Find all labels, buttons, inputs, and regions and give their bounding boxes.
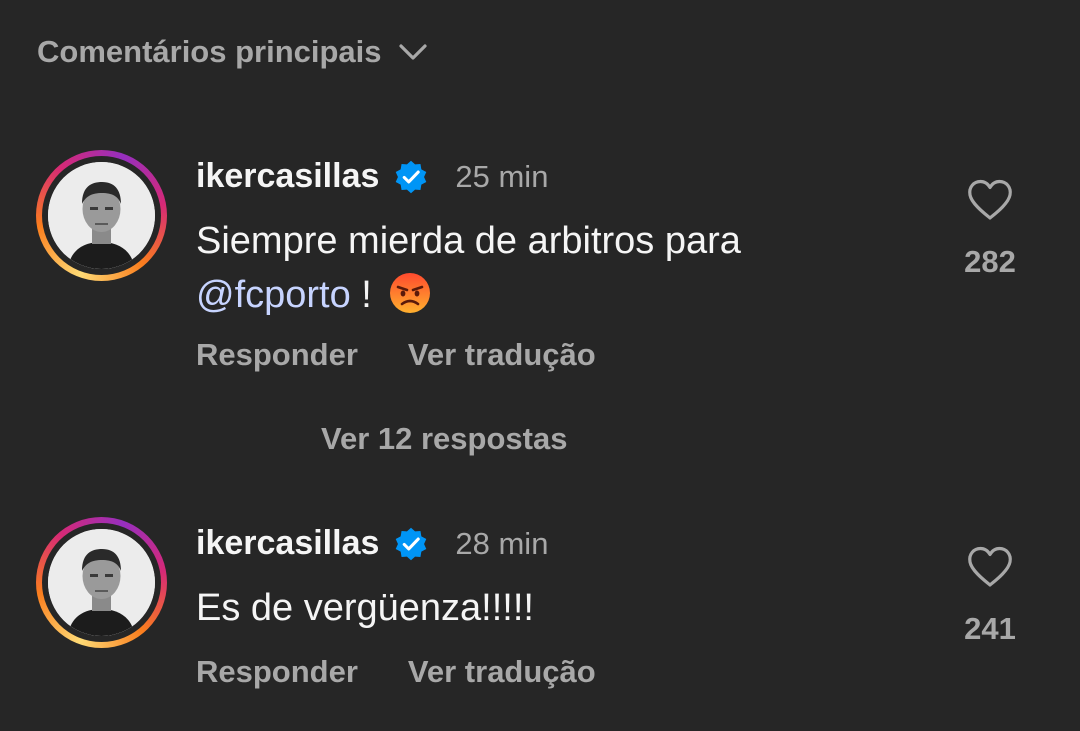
- like-count: 241: [964, 611, 1016, 646]
- sort-dropdown[interactable]: Comentários principais: [37, 34, 428, 70]
- like-control: 241: [960, 545, 1020, 647]
- comment-text-line: Siempre mierda de arbitros para: [196, 220, 741, 262]
- like-count: 282: [964, 244, 1016, 279]
- story-ring[interactable]: [36, 150, 167, 281]
- comment-text-line: Es de vergüenza!!!!!: [196, 587, 534, 629]
- angry-face-icon: [390, 273, 431, 313]
- story-ring[interactable]: [36, 517, 167, 648]
- comment-time: 25 min: [455, 158, 549, 194]
- comment-header: ikercasillas 28 min: [196, 524, 548, 563]
- verified-badge-icon: [396, 160, 427, 193]
- mention-link[interactable]: @fcporto: [196, 274, 351, 316]
- comment-actions: Responder Ver tradução: [196, 654, 596, 690]
- translate-button[interactable]: Ver tradução: [408, 337, 596, 373]
- reply-button[interactable]: Responder: [196, 654, 358, 690]
- username[interactable]: ikercasillas: [196, 524, 379, 563]
- sort-label: Comentários principais: [37, 34, 382, 69]
- comments-panel: Comentários principais ikercasillas 25 m…: [0, 0, 1080, 731]
- comment-header: ikercasillas 25 min: [196, 157, 548, 196]
- username[interactable]: ikercasillas: [196, 157, 379, 196]
- avatar-frame: [42, 523, 161, 642]
- heart-icon[interactable]: [966, 178, 1014, 222]
- reply-button[interactable]: Responder: [196, 337, 358, 373]
- comment-text-tail: !: [350, 274, 372, 316]
- comment-text: Siempre mierda de arbitros para @fcporto…: [196, 214, 741, 322]
- avatar: [48, 162, 155, 269]
- like-control: 282: [960, 178, 1020, 280]
- avatar-frame: [42, 156, 161, 275]
- heart-icon[interactable]: [966, 545, 1014, 589]
- chevron-down-icon: [398, 44, 427, 60]
- avatar: [48, 529, 155, 636]
- view-replies-button[interactable]: Ver 12 respostas: [321, 421, 567, 457]
- comment-actions: Responder Ver tradução: [196, 337, 596, 373]
- verified-badge-icon: [396, 527, 427, 560]
- comment-time: 28 min: [455, 525, 549, 561]
- comment-text: Es de vergüenza!!!!!: [196, 581, 534, 635]
- translate-button[interactable]: Ver tradução: [408, 654, 596, 690]
